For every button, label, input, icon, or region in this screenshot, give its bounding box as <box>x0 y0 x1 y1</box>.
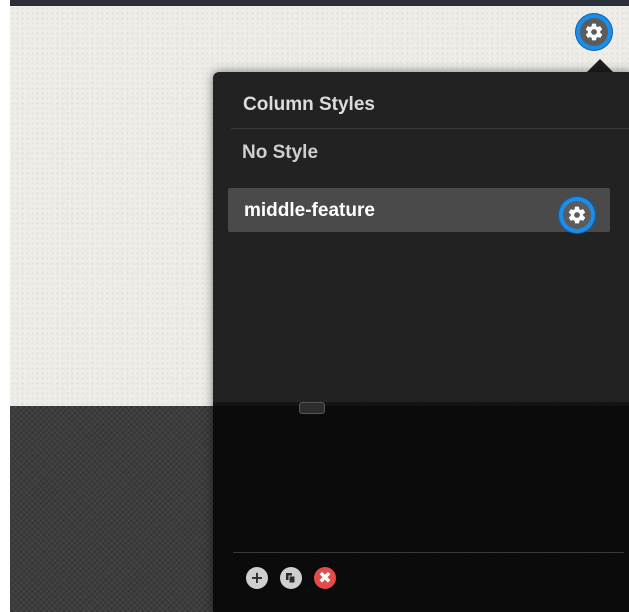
panel-title: Column Styles <box>243 94 375 115</box>
divider <box>233 552 624 553</box>
column-settings-button[interactable] <box>580 18 608 46</box>
gear-icon <box>585 23 603 41</box>
panel-actions: + ✖ <box>246 567 336 589</box>
column-styles-panel: Column Styles No Style middle-feature + <box>213 72 629 612</box>
delete-style-button[interactable]: ✖ <box>314 567 336 589</box>
divider <box>231 128 629 129</box>
style-option-label: middle-feature <box>244 200 375 221</box>
page-frame: Column Styles No Style middle-feature + <box>10 0 629 612</box>
close-icon: ✖ <box>318 568 332 587</box>
plus-icon: + <box>250 568 264 587</box>
style-option-middle-feature[interactable]: middle-feature <box>228 188 610 232</box>
copy-style-button[interactable] <box>280 567 302 589</box>
style-option-no-style[interactable]: No Style <box>242 142 318 164</box>
add-style-button[interactable]: + <box>246 567 268 589</box>
copy-icon <box>286 573 296 584</box>
style-settings-button[interactable] <box>563 201 591 229</box>
gear-icon <box>568 206 586 224</box>
resize-handle[interactable] <box>299 402 325 414</box>
popover-arrow <box>587 59 613 72</box>
